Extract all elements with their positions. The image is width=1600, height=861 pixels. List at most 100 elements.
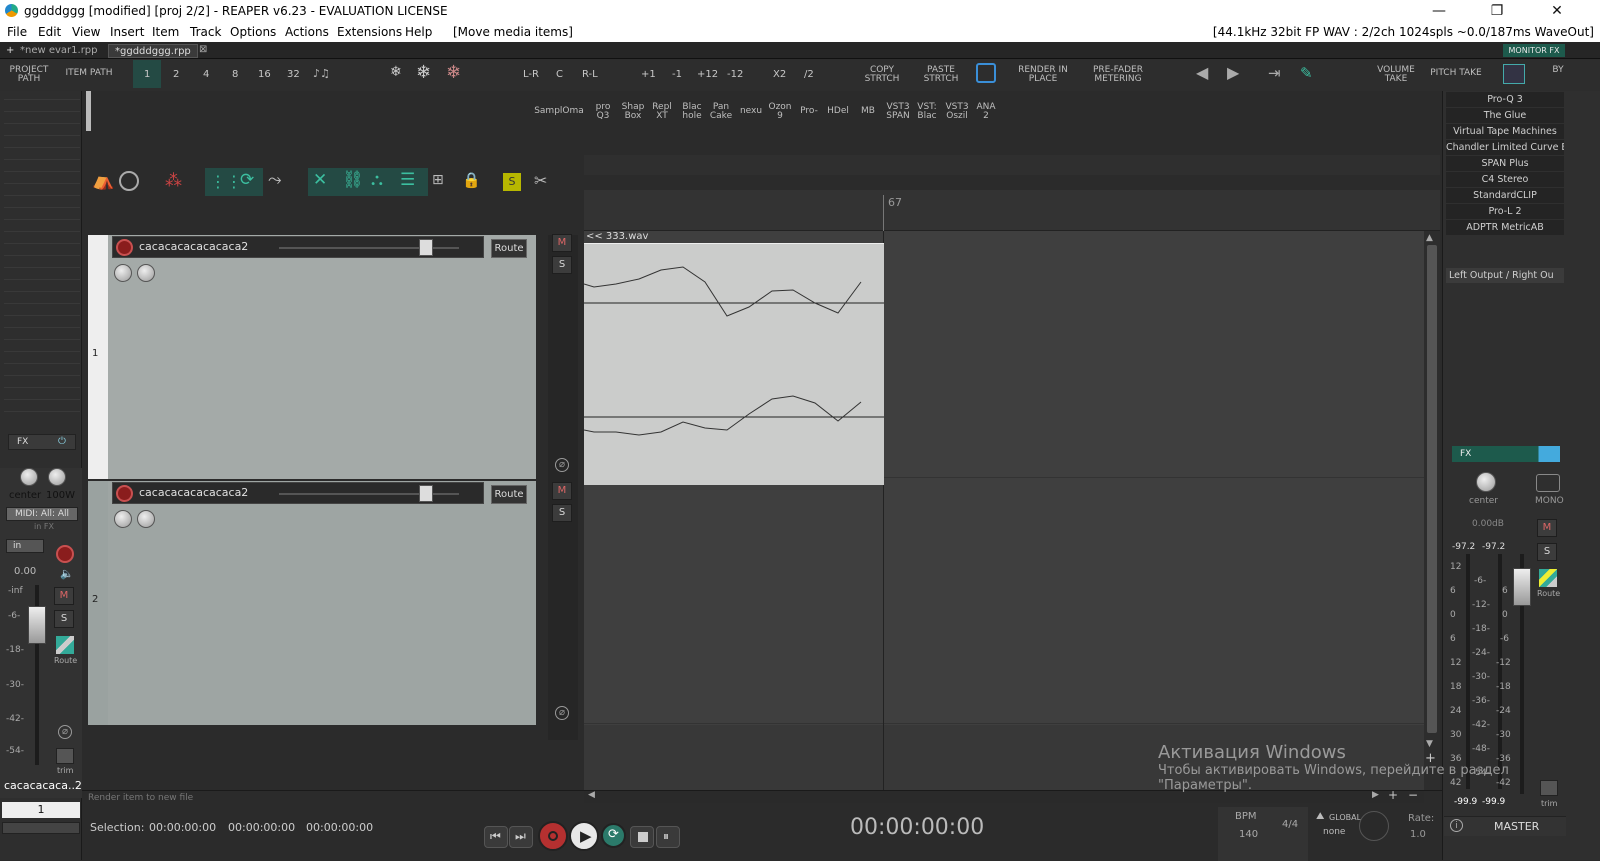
master-trim-icon[interactable]	[1540, 780, 1558, 796]
fx-vstblac-button[interactable]: VST: Blac	[914, 103, 940, 121]
width-knob[interactable]	[48, 468, 66, 486]
stop-button[interactable]	[630, 826, 654, 848]
vertical-handle[interactable]	[86, 91, 91, 131]
monitor-fx-button[interactable]: MONITOR FX	[1503, 44, 1565, 57]
rate-knob[interactable]	[1359, 811, 1389, 841]
input-select[interactable]: in	[6, 539, 44, 553]
bypass-button[interactable]: BY	[1548, 66, 1568, 75]
render-in-place-button[interactable]: RENDER IN PLACE	[1015, 66, 1071, 84]
phase-icon[interactable]: ⌀	[58, 725, 72, 739]
fx-item[interactable]: Pro-Q 3	[1446, 92, 1564, 107]
fx-blachole-button[interactable]: Blac hole	[679, 103, 705, 121]
pitch-take-button[interactable]: PITCH TAKE	[1428, 69, 1484, 78]
stretch-marker-icon[interactable]	[976, 63, 996, 83]
rate-half-button[interactable]: /2	[804, 69, 814, 80]
grid-2-button[interactable]: 2	[173, 69, 179, 80]
menu-extensions[interactable]: Extensions	[337, 25, 402, 39]
tab-ggdddggg[interactable]: *ggdddggg.rpp	[108, 44, 198, 58]
track-header[interactable]: cacacacacacacaca2 Route	[112, 482, 527, 504]
output-routing-select[interactable]: Left Output / Right Ou	[1446, 268, 1564, 283]
triplet-icon[interactable]: ♪♫	[313, 67, 330, 80]
track-header[interactable]: cacacacacacacaca2 Route	[112, 236, 527, 258]
timeline-ruler[interactable]: 67	[584, 190, 1440, 231]
track-name[interactable]: cacacacacacacaca2	[139, 486, 248, 499]
grid-view-icon[interactable]: ⊞	[432, 172, 444, 188]
envelope-icon[interactable]: ⛬	[371, 170, 383, 190]
fx-ana2-button[interactable]: ANA 2	[974, 103, 998, 121]
volume-fader[interactable]	[28, 606, 46, 644]
link-icon[interactable]: ⛓	[342, 170, 364, 190]
trim-icon[interactable]	[56, 748, 74, 764]
record-mode-icon[interactable]: ⁂	[165, 171, 182, 191]
pause-button[interactable]: ⏸	[656, 826, 680, 848]
master-pan-knob[interactable]	[1476, 472, 1496, 492]
master-route-icon[interactable]	[1539, 569, 1557, 587]
pitch-plus12-button[interactable]: +12	[697, 69, 718, 80]
record-arm-button[interactable]	[116, 485, 133, 502]
vertical-scrollbar[interactable]: ▲ ▼ +	[1424, 231, 1440, 791]
scissors-icon[interactable]: ✂	[534, 171, 547, 190]
snowflake-small-icon[interactable]: ❄	[390, 64, 402, 80]
menu-insert[interactable]: Insert	[110, 25, 144, 39]
menu-help[interactable]: Help	[405, 25, 432, 39]
mute-button[interactable]: M	[54, 587, 74, 605]
minimize-button[interactable]: —	[1416, 2, 1462, 21]
pan-knob[interactable]	[137, 264, 155, 282]
pan-rl-button[interactable]: R-L	[582, 69, 598, 80]
auto-crossfade-icon[interactable]	[119, 171, 139, 191]
fx-pancake-button[interactable]: Pan Cake	[708, 103, 734, 121]
volume-slider-thumb[interactable]	[419, 485, 433, 502]
fx-samploma-button[interactable]: SamplOma	[533, 107, 585, 116]
freeze-icon[interactable]: ❄	[416, 62, 431, 83]
metronome-icon[interactable]: ⛺	[92, 170, 114, 191]
fx-item[interactable]: Virtual Tape Machines	[1446, 124, 1564, 139]
pan-knob[interactable]	[137, 510, 155, 528]
volume-slider-thumb[interactable]	[419, 239, 433, 256]
tab-new-evar1[interactable]: *new evar1.rpp	[14, 44, 104, 58]
volume-take-button[interactable]: VOLUME TAKE	[1368, 66, 1424, 84]
tracks-icon[interactable]: ☰	[400, 170, 415, 190]
solo-snap-icon[interactable]: S	[503, 173, 521, 191]
ripple-icon[interactable]: ⤳	[268, 170, 282, 190]
play-button[interactable]: ▶	[569, 821, 599, 851]
grid-4-button[interactable]: 4	[203, 69, 209, 80]
speaker-icon[interactable]: 🔈	[60, 567, 74, 580]
record-arm-button[interactable]	[56, 545, 74, 563]
global-icon[interactable]: ⛰	[1316, 811, 1324, 822]
copy-stretch-button[interactable]: COPY STRTCH	[860, 66, 904, 84]
pan-lr-button[interactable]: L-R	[523, 69, 539, 80]
scroll-left-icon[interactable]: ◀	[588, 790, 595, 800]
menu-item[interactable]: Item	[152, 25, 179, 39]
fx-item[interactable]: Pro-L 2	[1446, 204, 1564, 219]
audio-device-info[interactable]: [44.1kHz 32bit FP WAV : 2/2ch 1024spls ~…	[1213, 25, 1594, 39]
automation-mode-select[interactable]: none	[1323, 827, 1345, 837]
record-button[interactable]	[538, 821, 568, 851]
fx-item[interactable]: StandardCLIP	[1446, 188, 1564, 203]
fx-item[interactable]: SPAN Plus	[1446, 156, 1564, 171]
next-icon[interactable]: ▶	[1227, 63, 1239, 82]
selection-end[interactable]: 00:00:00:00	[228, 821, 295, 834]
track1-mute-button[interactable]: M	[552, 234, 572, 252]
pan-knob[interactable]	[20, 468, 38, 486]
route-icon[interactable]	[56, 636, 74, 654]
menu-options[interactable]: Options	[230, 25, 276, 39]
crossfade-icon[interactable]: ✕	[313, 170, 327, 190]
fx-vst3oszil-button[interactable]: VST3 Oszil	[943, 103, 971, 121]
volume-knob[interactable]	[114, 264, 132, 282]
solo-button[interactable]: S	[54, 610, 74, 628]
fx-vst3span-button[interactable]: VST3 SPAN	[884, 103, 912, 121]
rate-value[interactable]: 1.0	[1410, 829, 1426, 840]
fx-item[interactable]: C4 Stereo	[1446, 172, 1564, 187]
time-display[interactable]: 00:00:00:00	[850, 815, 984, 840]
master-mute-button[interactable]: M	[1537, 519, 1557, 537]
grid-1-button[interactable]: 1	[144, 69, 150, 80]
record-arm-button[interactable]	[116, 239, 133, 256]
fx-item[interactable]: The Glue	[1446, 108, 1564, 123]
go-to-end-button[interactable]: ⏭	[509, 826, 533, 848]
master-fx-button[interactable]: FX	[1452, 446, 1560, 462]
track1-phase-icon[interactable]: ⌀	[555, 458, 569, 472]
track1-solo-button[interactable]: S	[552, 256, 572, 274]
route-button[interactable]: Route	[491, 485, 527, 504]
previous-icon[interactable]: ◀	[1196, 63, 1208, 82]
track-panel[interactable]	[108, 481, 536, 725]
